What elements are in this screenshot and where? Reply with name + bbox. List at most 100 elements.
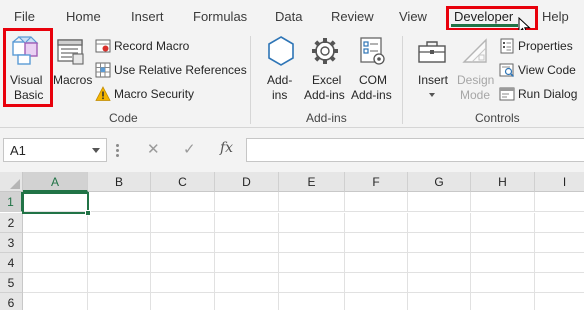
row-header-4[interactable]: 4	[0, 253, 23, 273]
cell-a3[interactable]	[23, 233, 88, 253]
cell-h1[interactable]	[471, 192, 535, 212]
cell-b6[interactable]	[88, 293, 151, 310]
cell-b3[interactable]	[88, 233, 151, 253]
name-box[interactable]: A1	[3, 138, 107, 162]
active-cell-border[interactable]	[22, 192, 89, 214]
cell-f2[interactable]	[345, 213, 408, 233]
macro-security-label: Macro Security	[114, 87, 195, 101]
cell-i1[interactable]	[535, 192, 584, 212]
cell-e4[interactable]	[279, 253, 345, 273]
cell-b4[interactable]	[88, 253, 151, 273]
row-header-3[interactable]: 3	[0, 233, 23, 253]
cell-c5[interactable]	[151, 273, 215, 293]
tab-review[interactable]: Review	[331, 9, 374, 24]
tab-view[interactable]: View	[399, 9, 427, 24]
code-group-label: Code	[109, 111, 138, 125]
tab-data[interactable]: Data	[275, 9, 302, 24]
cell-f3[interactable]	[345, 233, 408, 253]
cell-d6[interactable]	[215, 293, 279, 310]
cancel-formula-icon[interactable]: ✕	[147, 140, 160, 158]
cell-a5[interactable]	[23, 273, 88, 293]
cell-g5[interactable]	[408, 273, 471, 293]
formula-input[interactable]	[246, 138, 584, 162]
tab-home[interactable]: Home	[66, 9, 101, 24]
record-macro-label: Record Macro	[114, 39, 190, 53]
add-ins-label-line2: ins	[272, 88, 288, 102]
cell-g2[interactable]	[408, 213, 471, 233]
cell-f4[interactable]	[345, 253, 408, 273]
cell-h5[interactable]	[471, 273, 535, 293]
formula-bar-grip-icon[interactable]	[116, 144, 120, 158]
cell-h6[interactable]	[471, 293, 535, 310]
cell-b2[interactable]	[88, 213, 151, 233]
cell-e5[interactable]	[279, 273, 345, 293]
column-header-b[interactable]: B	[88, 172, 151, 192]
confirm-formula-icon[interactable]: ✓	[183, 140, 196, 158]
fill-handle[interactable]	[85, 210, 91, 216]
row-header-5[interactable]: 5	[0, 273, 23, 293]
cell-f5[interactable]	[345, 273, 408, 293]
row-header-2[interactable]: 2	[0, 213, 23, 233]
cell-e6[interactable]	[279, 293, 345, 310]
tab-insert[interactable]: Insert	[131, 9, 164, 24]
tab-file[interactable]: File	[14, 9, 35, 24]
select-all-button[interactable]	[0, 172, 23, 192]
cell-i6[interactable]	[535, 293, 584, 310]
cell-g4[interactable]	[408, 253, 471, 273]
tab-formulas[interactable]: Formulas	[193, 9, 247, 24]
cell-c1[interactable]	[151, 192, 215, 212]
tab-help[interactable]: Help	[542, 9, 569, 24]
cell-g1[interactable]	[408, 192, 471, 212]
column-header-g[interactable]: G	[408, 172, 471, 192]
view-code-icon	[499, 63, 515, 78]
cell-d3[interactable]	[215, 233, 279, 253]
design-mode-icon	[462, 38, 487, 63]
cell-h2[interactable]	[471, 213, 535, 233]
add-ins-group-label: Add-ins	[306, 111, 347, 125]
cell-i4[interactable]	[535, 253, 584, 273]
visual-basic-highlight	[3, 28, 53, 107]
cell-f1[interactable]	[345, 192, 408, 212]
cell-f6[interactable]	[345, 293, 408, 310]
cell-d1[interactable]	[215, 192, 279, 212]
cell-d4[interactable]	[215, 253, 279, 273]
cell-c2[interactable]	[151, 213, 215, 233]
column-header-i[interactable]: I	[535, 172, 584, 192]
cell-c6[interactable]	[151, 293, 215, 310]
cell-e3[interactable]	[279, 233, 345, 253]
cell-h4[interactable]	[471, 253, 535, 273]
column-header-a[interactable]: A	[23, 172, 88, 192]
worksheet-grid[interactable]: ABCDEFGHI 123456	[0, 172, 584, 310]
column-header-f[interactable]: F	[345, 172, 408, 192]
cell-a2[interactable]	[23, 213, 88, 233]
cell-a6[interactable]	[23, 293, 88, 310]
cell-d2[interactable]	[215, 213, 279, 233]
cell-c4[interactable]	[151, 253, 215, 273]
cell-g3[interactable]	[408, 233, 471, 253]
column-header-d[interactable]: D	[215, 172, 279, 192]
column-header-c[interactable]: C	[151, 172, 215, 192]
row-header-1[interactable]: 1	[0, 192, 23, 212]
cell-b1[interactable]	[88, 192, 151, 212]
ribbon-tab-bar: File Home Insert Formulas Data Review Vi…	[0, 0, 584, 36]
warning-icon	[95, 86, 111, 101]
row-header-6[interactable]: 6	[0, 293, 23, 310]
insert-function-button[interactable]: fx	[220, 140, 233, 156]
cell-a4[interactable]	[23, 253, 88, 273]
cell-b5[interactable]	[88, 273, 151, 293]
cell-e1[interactable]	[279, 192, 345, 212]
cell-i2[interactable]	[535, 213, 584, 233]
column-header-h[interactable]: H	[471, 172, 535, 192]
cell-c3[interactable]	[151, 233, 215, 253]
cell-h3[interactable]	[471, 233, 535, 253]
chevron-down-icon[interactable]	[92, 148, 100, 153]
cell-e2[interactable]	[279, 213, 345, 233]
cell-d5[interactable]	[215, 273, 279, 293]
column-header-e[interactable]: E	[279, 172, 345, 192]
cell-i3[interactable]	[535, 233, 584, 253]
cell-i5[interactable]	[535, 273, 584, 293]
toolbox-icon	[418, 41, 446, 63]
add-ins-icon	[268, 36, 294, 66]
cell-g6[interactable]	[408, 293, 471, 310]
com-add-ins-label-line1: COM	[359, 73, 387, 87]
